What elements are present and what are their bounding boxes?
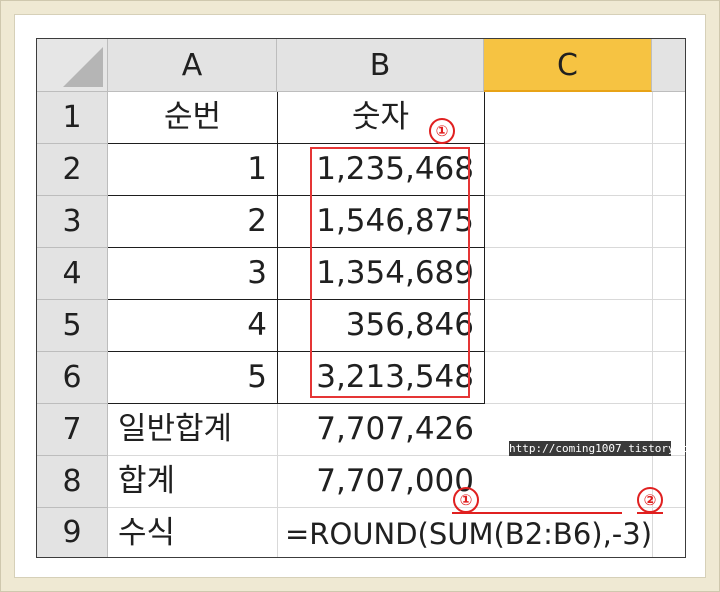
row-header[interactable]: 6 bbox=[37, 352, 108, 404]
column-header-d[interactable] bbox=[652, 39, 685, 92]
select-all-triangle-icon bbox=[63, 47, 103, 87]
cell-a5[interactable]: 4 bbox=[108, 300, 277, 351]
formula-underline-sum bbox=[452, 512, 622, 514]
watermark: http://coming1007.tistory.com bbox=[509, 441, 702, 456]
select-all-corner[interactable] bbox=[37, 39, 108, 92]
row-header[interactable]: 3 bbox=[37, 196, 108, 248]
row-header[interactable]: 1 bbox=[37, 92, 108, 144]
cell-b9-formula[interactable]: =ROUND(SUM(B2:B6),-3) bbox=[277, 508, 677, 557]
highlight-range-box bbox=[310, 147, 470, 398]
row-header[interactable]: 2 bbox=[37, 144, 108, 196]
cell-b7[interactable]: 7,707,426 bbox=[277, 404, 484, 455]
cell-a8[interactable]: 합계 bbox=[108, 456, 277, 507]
marker-circle-1: ① bbox=[429, 118, 455, 144]
cell-a1[interactable]: 순번 bbox=[108, 92, 277, 143]
row-header[interactable]: 5 bbox=[37, 300, 108, 352]
spreadsheet: A B C 1 2 3 4 5 6 7 8 9 순번 1 2 3 4 5 일반합… bbox=[36, 38, 686, 558]
row-header[interactable]: 8 bbox=[37, 456, 108, 508]
column-header-a[interactable]: A bbox=[108, 39, 277, 92]
row-header[interactable]: 4 bbox=[37, 248, 108, 300]
formula-underline-digits bbox=[637, 512, 663, 514]
cell-a9[interactable]: 수식 bbox=[108, 508, 277, 557]
marker-circle-2-formula: ② bbox=[637, 487, 663, 513]
column-header-c[interactable]: C bbox=[484, 39, 652, 92]
row-header[interactable]: 7 bbox=[37, 404, 108, 456]
cell-a7[interactable]: 일반합계 bbox=[108, 404, 277, 455]
column-header-b[interactable]: B bbox=[277, 39, 484, 92]
cell-a4[interactable]: 3 bbox=[108, 248, 277, 299]
cell-a3[interactable]: 2 bbox=[108, 196, 277, 247]
row-header[interactable]: 9 bbox=[37, 508, 108, 557]
marker-circle-1-formula: ① bbox=[453, 487, 479, 513]
cell-a6[interactable]: 5 bbox=[108, 352, 277, 403]
cell-a2[interactable]: 1 bbox=[108, 144, 277, 195]
